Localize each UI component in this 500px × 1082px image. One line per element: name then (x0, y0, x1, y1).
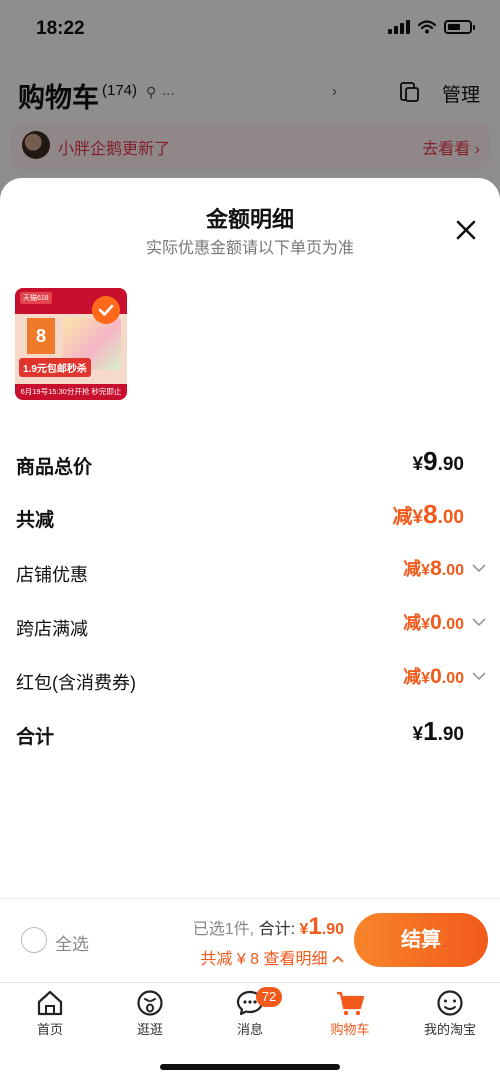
row-label: 店铺优惠 (16, 565, 88, 585)
row-shop-discount[interactable]: 店铺优惠 减¥8.00 (16, 555, 486, 589)
row-total-price: 商品总价 ¥9.90 (16, 446, 486, 480)
home-indicator[interactable] (160, 1064, 340, 1070)
thumb-brand: 天猫618 (20, 292, 52, 304)
row-label: 合计 (16, 727, 55, 748)
row-value: ¥1.90 (412, 716, 464, 746)
battery-icon (444, 20, 475, 34)
row-value: 减¥8.00 (392, 499, 464, 529)
selected-count: 已选1件, (192, 921, 255, 938)
avatar (22, 131, 50, 159)
total-price: ¥1.90 (299, 913, 344, 940)
row-total-discount: 共减 减¥8.00 (16, 499, 486, 533)
sheet-title: 金额明细 (205, 207, 294, 232)
banner-link[interactable]: 去看看 › (422, 135, 480, 159)
product-thumbnail[interactable]: 天猫618 8 1.9元包邮秒杀 6月19号15:30分开抢 秒完即止 (15, 288, 127, 400)
row-red-packet[interactable]: 红包(含消费券) 减¥0.00 (16, 663, 486, 697)
row-label: 共减 (16, 510, 55, 531)
tab-home[interactable]: 首页 (10, 989, 90, 1045)
message-badge: 72 (256, 987, 282, 1007)
cart-count: (174) (102, 82, 138, 99)
checkout-bar: 全选 已选1件, 合计: ¥1.90 共减 ¥ 8 查看明细 结算 (0, 898, 500, 982)
thumb-price-tag: 1.9元包邮秒杀 (19, 358, 91, 377)
view-detail-link[interactable]: 查看明细 (264, 951, 328, 968)
update-banner[interactable]: 小胖企鹅更新了 去看看 › (10, 122, 490, 170)
manage-button[interactable]: 管理 (442, 80, 480, 107)
select-all-label[interactable]: 全选 (55, 930, 89, 955)
row-grand-total: 合计 ¥1.90 (16, 716, 486, 750)
status-time: 18:22 (36, 18, 85, 39)
thumb-badge: 8 (27, 318, 55, 354)
location-pin-icon: ⚲ (146, 84, 157, 100)
discount-summary[interactable]: 共减 ¥ 8 查看明细 (200, 945, 344, 969)
total-label: 合计: (258, 921, 296, 938)
signal-icon (388, 20, 410, 34)
status-bar: 18:22 (0, 0, 500, 60)
sheet-subtitle: 实际优惠金额请以下单页为准 (145, 240, 354, 257)
row-value: 减¥0.00 (403, 665, 464, 688)
banner-link-label: 去看看 (422, 141, 471, 158)
share-icon[interactable] (398, 81, 420, 103)
thumb-date-text: 6月19号15:30分开抢 秒完即止 (15, 384, 127, 400)
tab-browse[interactable]: 逛逛 (110, 989, 190, 1045)
tab-label: 我的淘宝 (423, 1022, 476, 1037)
checkout-button[interactable]: 结算 (354, 913, 488, 967)
chevron-down-icon[interactable] (472, 563, 486, 573)
page-title: 购物车 (18, 83, 99, 113)
selection-summary: 已选1件, 合计: ¥1.90 (193, 913, 344, 941)
discount-text: 共减 ¥ 8 (200, 951, 260, 968)
tab-label: 逛逛 (136, 1022, 163, 1037)
row-label: 红包(含消费券) (16, 673, 136, 693)
browse-icon (137, 990, 163, 1016)
tab-label: 首页 (36, 1022, 63, 1037)
tab-my-taobao[interactable]: 我的淘宝 (410, 989, 490, 1045)
home-icon (37, 990, 63, 1016)
select-all-radio[interactable] (21, 927, 47, 953)
row-label: 跨店满减 (16, 619, 88, 639)
close-icon[interactable] (452, 216, 480, 244)
cart-header: 购物车 (174) ⚲ ... › 管理 (0, 68, 500, 118)
cart-icon (337, 991, 365, 1016)
tab-label: 购物车 (330, 1022, 370, 1037)
check-icon (92, 296, 120, 324)
status-icons (388, 20, 475, 34)
tab-cart[interactable]: 购物车 (310, 989, 390, 1045)
location-text[interactable]: ... (162, 82, 175, 99)
row-value: 减¥0.00 (403, 611, 464, 634)
row-label: 商品总价 (16, 457, 93, 478)
bottom-tab-bar: 首页 逛逛 72 消息 购物车 我的淘宝 (0, 982, 500, 1082)
banner-text: 小胖企鹅更新了 (58, 141, 171, 158)
amount-detail-sheet: 金额明细 实际优惠金额请以下单页为准 天猫618 8 1.9元包邮秒杀 6月19… (0, 178, 500, 898)
chevron-down-icon[interactable] (472, 617, 486, 627)
tab-messages[interactable]: 72 消息 (210, 987, 290, 1045)
row-cross-store-discount[interactable]: 跨店满减 减¥0.00 (16, 609, 486, 643)
profile-icon (437, 990, 463, 1016)
cart-page-background: 18:22 购物车 (174) ⚲ ... › 管理 小胖企鹅更新了 去看看 › (0, 0, 500, 200)
row-value: ¥9.90 (412, 446, 464, 476)
wifi-icon (418, 20, 436, 34)
location-chevron-icon: › (332, 83, 337, 100)
chevron-up-icon (332, 955, 344, 963)
tab-label: 消息 (236, 1022, 263, 1037)
row-value: 减¥8.00 (403, 557, 464, 580)
chevron-down-icon[interactable] (472, 671, 486, 681)
